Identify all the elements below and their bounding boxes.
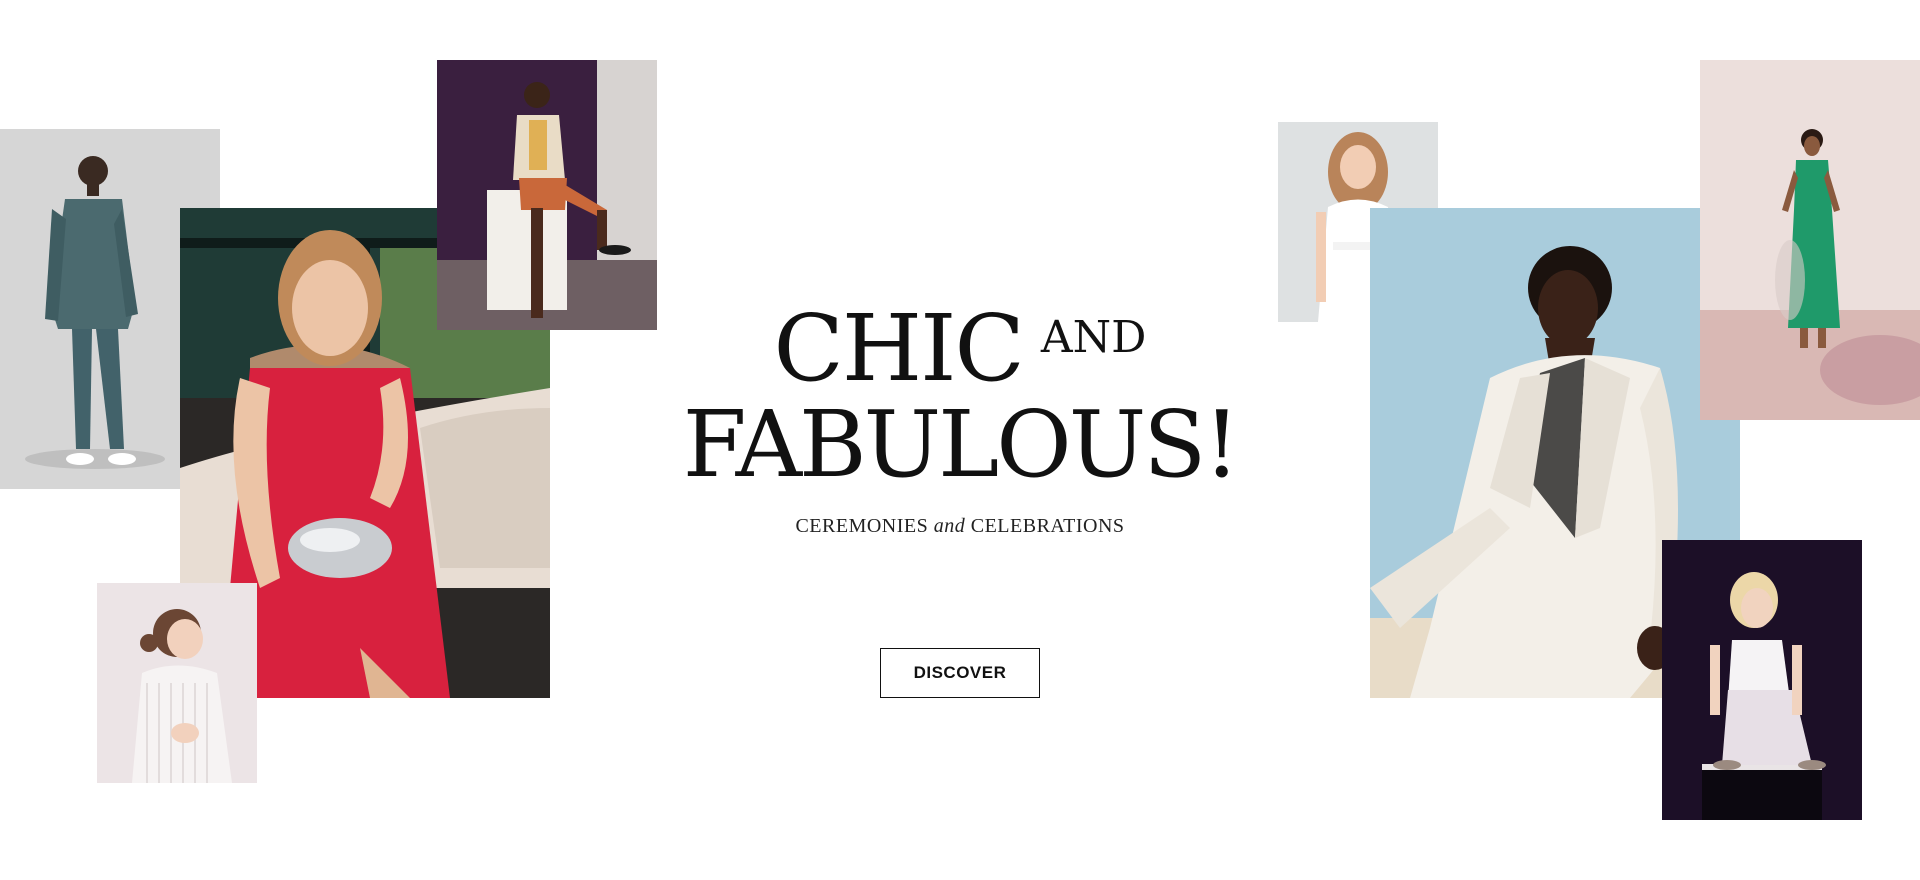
toddler-in-white-dress-photo[interactable] (97, 583, 257, 783)
headline-line-1: CHIC AND (680, 290, 1240, 397)
woman-in-green-dress-photo[interactable] (1700, 60, 1920, 420)
headline-fabulous: FABULOUS! (682, 391, 1240, 498)
headline-and: AND (1040, 312, 1147, 363)
subheading-ceremonies: CEREMONIES (795, 515, 929, 537)
discover-button[interactable]: DISCOVER (880, 648, 1040, 698)
subheading-celebrations: CELEBRATIONS (970, 515, 1125, 537)
subheading-and: and (933, 515, 966, 537)
headline-chic: CHIC (773, 295, 1025, 402)
hero-subheading: CEREMONIES and CELEBRATIONS (680, 515, 1240, 538)
blonde-child-sitting-photo[interactable] (1662, 540, 1862, 820)
hero-headline: CHIC AND FABULOUS! (680, 290, 1240, 493)
boy-on-white-block-photo[interactable] (437, 60, 657, 330)
